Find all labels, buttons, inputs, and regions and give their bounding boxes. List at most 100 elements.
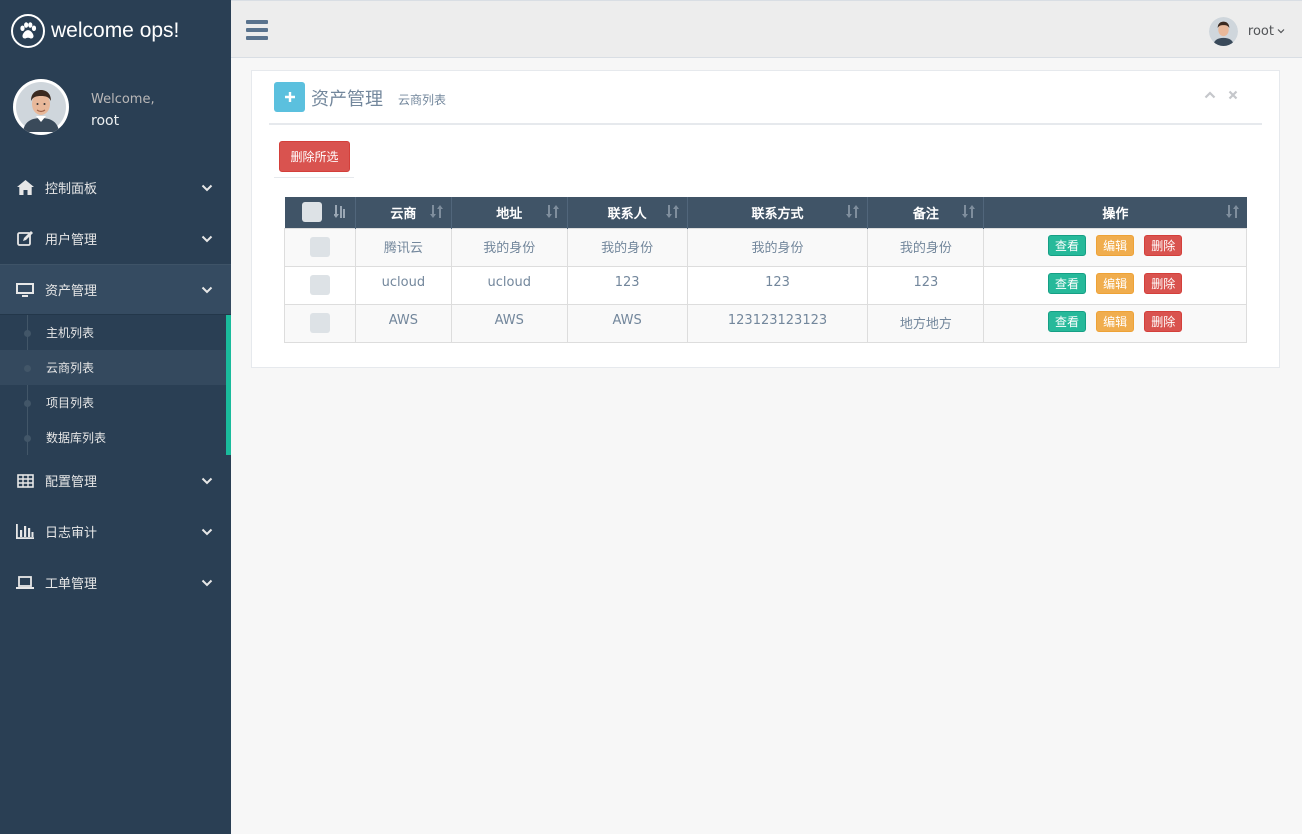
welcome-text: Welcome, bbox=[91, 92, 155, 107]
sort-icon bbox=[665, 205, 679, 222]
sidebar-subitem-hosts[interactable]: 主机列表 bbox=[0, 315, 226, 350]
cell-contact: 我的身份 bbox=[566, 227, 688, 267]
select-all-header[interactable] bbox=[284, 197, 356, 228]
avatar bbox=[1208, 17, 1238, 46]
add-button[interactable] bbox=[274, 82, 305, 112]
profile-username: root bbox=[91, 113, 120, 129]
row-checkbox[interactable] bbox=[309, 312, 330, 333]
sidebar-item-label: 控制面板 bbox=[45, 182, 98, 197]
row-select-cell bbox=[284, 227, 356, 267]
sort-icon bbox=[429, 205, 443, 222]
cell-provider: ucloud bbox=[354, 265, 452, 305]
cell-contact-method: 我的身份 bbox=[686, 227, 869, 267]
chevron-down-icon bbox=[201, 577, 213, 593]
divider bbox=[274, 177, 354, 178]
paw-icon bbox=[11, 14, 45, 48]
sidebar-menu: 控制面板 用户管理 资产管理 主机列表 云商列表 项目列表 数据库列表 配置管理… bbox=[0, 162, 231, 608]
chevron-down-icon bbox=[201, 284, 213, 300]
caret-down-icon bbox=[1277, 24, 1285, 39]
table-icon bbox=[16, 473, 34, 489]
sidebar-item-assets[interactable]: 资产管理 bbox=[0, 264, 231, 315]
edit-icon bbox=[16, 231, 34, 247]
cell-contact-method: 123123123123 bbox=[686, 303, 869, 343]
topnav-username: root bbox=[1247, 24, 1274, 39]
edit-button[interactable]: 编辑 bbox=[1096, 310, 1135, 332]
sidebar-item-label: 日志审计 bbox=[45, 526, 98, 541]
table-row: 腾讯云 我的身份 我的身份 我的身份 我的身份 查看 编辑 删除 bbox=[284, 227, 1247, 267]
column-header[interactable]: 备注 bbox=[867, 197, 985, 228]
user-dropdown[interactable]: root bbox=[1208, 17, 1285, 46]
sidebar-item-users[interactable]: 用户管理 bbox=[0, 213, 231, 264]
sort-icon[interactable] bbox=[332, 205, 347, 222]
top-navbar: root bbox=[231, 0, 1302, 58]
sidebar-item-label: 工单管理 bbox=[45, 577, 98, 592]
brand-title: welcome ops! bbox=[51, 19, 180, 42]
row-checkbox[interactable] bbox=[309, 274, 330, 295]
sidebar-group-assets: 资产管理 主机列表 云商列表 项目列表 数据库列表 bbox=[0, 264, 231, 455]
cell-address: AWS bbox=[450, 303, 568, 343]
select-all-checkbox[interactable] bbox=[301, 202, 322, 223]
delete-button[interactable]: 删除 bbox=[1144, 272, 1183, 294]
chevron-down-icon bbox=[201, 233, 213, 249]
delete-button[interactable]: 删除 bbox=[1144, 234, 1183, 256]
column-header[interactable]: 联系人 bbox=[567, 197, 688, 228]
content-panel: 资产管理 云商列表 删除所选 云商 地址 联系人 联系方式 备注 操作 腾讯云 … bbox=[251, 70, 1280, 368]
menu-toggle-icon[interactable] bbox=[246, 20, 268, 40]
column-header[interactable]: 云商 bbox=[355, 197, 452, 228]
sidebar-subitem-cloud-providers[interactable]: 云商列表 bbox=[0, 350, 226, 385]
panel-tools bbox=[1204, 89, 1238, 104]
sidebar-subitem-databases[interactable]: 数据库列表 bbox=[0, 420, 226, 455]
brand[interactable]: welcome ops! bbox=[0, 0, 231, 62]
view-button[interactable]: 查看 bbox=[1047, 234, 1086, 256]
sidebar-item-label: 用户管理 bbox=[45, 233, 98, 248]
laptop-icon bbox=[16, 575, 34, 591]
chevron-down-icon bbox=[201, 526, 213, 542]
edit-button[interactable]: 编辑 bbox=[1096, 272, 1135, 294]
cell-actions: 查看 编辑 删除 bbox=[983, 303, 1247, 343]
sidebar-submenu-assets: 主机列表 云商列表 项目列表 数据库列表 bbox=[0, 315, 226, 455]
collapse-icon[interactable] bbox=[1204, 89, 1216, 104]
page-title: 资产管理 bbox=[311, 89, 383, 110]
delete-button[interactable]: 删除 bbox=[1144, 310, 1183, 332]
sidebar-item-config[interactable]: 配置管理 bbox=[0, 455, 231, 506]
sidebar-item-audit[interactable]: 日志审计 bbox=[0, 506, 231, 557]
cell-contact-method: 123 bbox=[686, 265, 869, 305]
column-header[interactable]: 联系方式 bbox=[687, 197, 869, 228]
table-row: ucloud ucloud 123 123 123 查看 编辑 删除 bbox=[284, 265, 1247, 305]
panel-header: 资产管理 云商列表 bbox=[269, 71, 1262, 125]
row-select-cell bbox=[284, 265, 356, 305]
chevron-down-icon bbox=[201, 182, 213, 198]
view-button[interactable]: 查看 bbox=[1047, 272, 1086, 294]
cell-provider: 腾讯云 bbox=[354, 227, 452, 267]
column-header[interactable]: 操作 bbox=[983, 197, 1247, 228]
cloud-provider-table: 云商 地址 联系人 联系方式 备注 操作 腾讯云 我的身份 我的身份 我的身份 … bbox=[284, 197, 1247, 343]
bar-chart-icon bbox=[16, 524, 34, 540]
close-icon[interactable] bbox=[1228, 89, 1238, 104]
edit-button[interactable]: 编辑 bbox=[1096, 234, 1135, 256]
sidebar-item-label: 配置管理 bbox=[45, 475, 98, 490]
column-header[interactable]: 地址 bbox=[451, 197, 568, 228]
avatar bbox=[13, 79, 69, 135]
cell-remark: 123 bbox=[867, 265, 985, 305]
sidebar-item-dashboard[interactable]: 控制面板 bbox=[0, 162, 231, 213]
sort-icon bbox=[962, 205, 976, 222]
cell-remark: 我的身份 bbox=[867, 227, 985, 267]
desktop-icon bbox=[16, 282, 34, 298]
row-checkbox[interactable] bbox=[309, 236, 330, 257]
table-row: AWS AWS AWS 123123123123 地方地方 查看 编辑 删除 bbox=[284, 303, 1247, 343]
sidebar-item-tickets[interactable]: 工单管理 bbox=[0, 557, 231, 608]
cell-actions: 查看 编辑 删除 bbox=[983, 265, 1247, 305]
sidebar-subitem-projects[interactable]: 项目列表 bbox=[0, 385, 226, 420]
table-header-row: 云商 地址 联系人 联系方式 备注 操作 bbox=[284, 197, 1247, 228]
cell-contact: 123 bbox=[566, 265, 688, 305]
cell-address: ucloud bbox=[450, 265, 568, 305]
cell-address: 我的身份 bbox=[450, 227, 568, 267]
sort-icon bbox=[1225, 205, 1239, 222]
home-icon bbox=[16, 180, 34, 196]
view-button[interactable]: 查看 bbox=[1047, 310, 1086, 332]
cell-remark: 地方地方 bbox=[867, 303, 985, 343]
delete-selected-button[interactable]: 删除所选 bbox=[279, 141, 350, 172]
page-subtitle: 云商列表 bbox=[398, 93, 447, 107]
sidebar-item-label: 资产管理 bbox=[45, 284, 98, 299]
profile: Welcome, root bbox=[0, 62, 231, 162]
